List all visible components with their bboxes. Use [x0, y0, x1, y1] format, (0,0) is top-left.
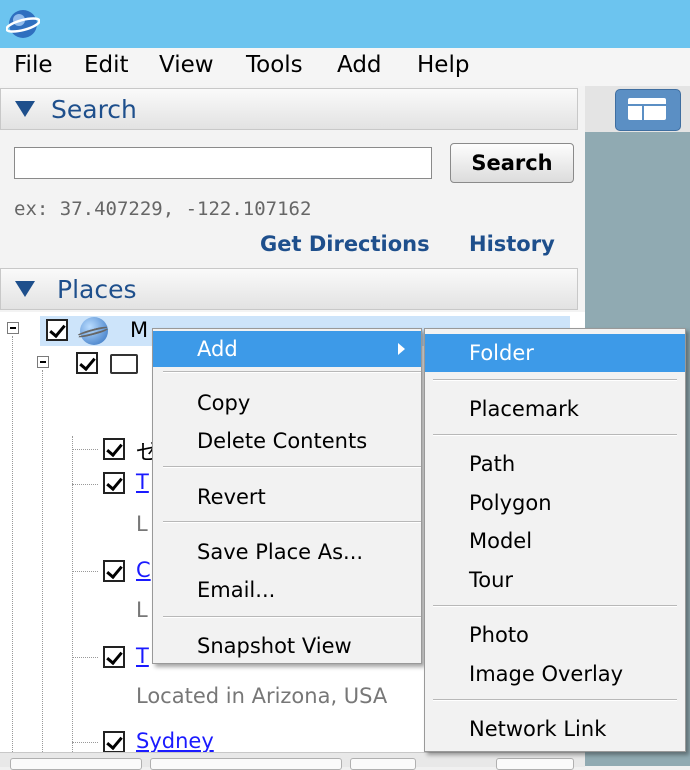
menu-view[interactable]: View — [159, 52, 214, 78]
menu-separator — [433, 699, 677, 701]
add-submenu: Folder Placemark Path Polygon Model Tour… — [424, 328, 686, 752]
submenu-tour-item[interactable]: Tour — [425, 561, 685, 599]
context-add-label: Add — [197, 337, 238, 361]
submenu-folder-item[interactable]: Folder — [425, 334, 685, 372]
submenu-photo-item[interactable]: Photo — [425, 616, 685, 654]
placemark-description: L — [136, 512, 148, 536]
context-email-item[interactable]: Email... — [153, 572, 421, 608]
sidebar-layout-icon — [628, 98, 666, 120]
tree-line — [72, 571, 98, 572]
checkbox[interactable] — [103, 560, 125, 582]
menu-separator — [433, 379, 677, 381]
menu-add[interactable]: Add — [337, 52, 382, 78]
google-earth-logo-icon — [6, 10, 40, 38]
checkbox[interactable] — [76, 352, 98, 374]
my-places-label[interactable]: M — [130, 318, 148, 342]
collapse-toggle-icon[interactable] — [7, 322, 19, 334]
toolbar-button[interactable] — [150, 758, 342, 770]
checkbox[interactable] — [103, 731, 125, 753]
menu-file[interactable]: File — [14, 52, 53, 78]
places-section-header[interactable]: Places — [0, 268, 578, 310]
collapse-triangle-icon — [15, 281, 35, 297]
menu-separator — [433, 605, 677, 607]
checkbox[interactable] — [103, 472, 125, 494]
places-section-title: Places — [57, 275, 137, 304]
toggle-sidebar-button[interactable] — [615, 89, 681, 131]
title-bar — [0, 0, 690, 48]
context-snapshot-view-item[interactable]: Snapshot View — [153, 628, 421, 664]
toolbar-button[interactable] — [496, 758, 574, 770]
placemark-link[interactable]: C — [136, 558, 151, 582]
toolbar-button[interactable] — [350, 758, 416, 770]
collapse-triangle-icon — [15, 101, 35, 117]
menu-tools[interactable]: Tools — [246, 52, 303, 78]
tree-line — [72, 449, 98, 450]
menu-edit[interactable]: Edit — [84, 52, 129, 78]
checkbox[interactable] — [103, 646, 125, 668]
submenu-network-link-item[interactable]: Network Link — [425, 710, 685, 748]
menu-separator — [163, 521, 421, 523]
search-input[interactable] — [14, 147, 432, 179]
submenu-model-item[interactable]: Model — [425, 522, 685, 560]
context-menu: Add Copy Delete Contents Revert Save Pla… — [152, 328, 422, 664]
submenu-polygon-item[interactable]: Polygon — [425, 484, 685, 522]
submenu-arrow-icon — [398, 343, 405, 355]
submenu-path-item[interactable]: Path — [425, 445, 685, 483]
search-button[interactable]: Search — [450, 143, 574, 183]
search-section-title: Search — [51, 95, 137, 124]
search-hint: ex: 37.407229, -122.107162 — [14, 198, 312, 220]
menu-separator — [163, 616, 421, 618]
submenu-placemark-item[interactable]: Placemark — [425, 390, 685, 428]
menu-help[interactable]: Help — [417, 52, 469, 78]
placemark-link-sydney[interactable]: Sydney — [136, 729, 214, 753]
menu-separator — [433, 434, 677, 436]
placemark-link[interactable]: T — [136, 644, 149, 668]
context-delete-contents-item[interactable]: Delete Contents — [153, 423, 421, 459]
history-link[interactable]: History — [469, 232, 555, 256]
context-add-item[interactable]: Add — [153, 331, 421, 367]
menu-bar: File Edit View Tools Add Help — [0, 48, 690, 87]
context-revert-item[interactable]: Revert — [153, 479, 421, 515]
collapse-toggle-icon[interactable] — [37, 356, 49, 368]
menu-separator — [163, 371, 421, 373]
context-save-place-as-item[interactable]: Save Place As... — [153, 534, 421, 570]
checkbox[interactable] — [103, 438, 125, 460]
placemark-link[interactable]: T — [136, 470, 149, 494]
submenu-image-overlay-item[interactable]: Image Overlay — [425, 655, 685, 693]
toolbar-button[interactable] — [10, 758, 142, 770]
tree-line — [72, 742, 98, 743]
tree-line — [12, 336, 13, 756]
placemark-description: Located in Arizona, USA — [136, 684, 388, 708]
tree-line — [72, 436, 73, 756]
tree-line — [42, 370, 43, 756]
placemark-description: L — [136, 598, 148, 622]
menu-separator — [163, 466, 421, 468]
context-copy-item[interactable]: Copy — [153, 385, 421, 421]
get-directions-link[interactable]: Get Directions — [260, 232, 430, 256]
folder-icon — [110, 354, 138, 374]
checkbox[interactable] — [46, 319, 68, 341]
tree-line — [72, 484, 98, 485]
search-section-header[interactable]: Search — [0, 88, 578, 130]
my-places-globe-icon — [80, 317, 108, 345]
tree-line — [72, 657, 98, 658]
